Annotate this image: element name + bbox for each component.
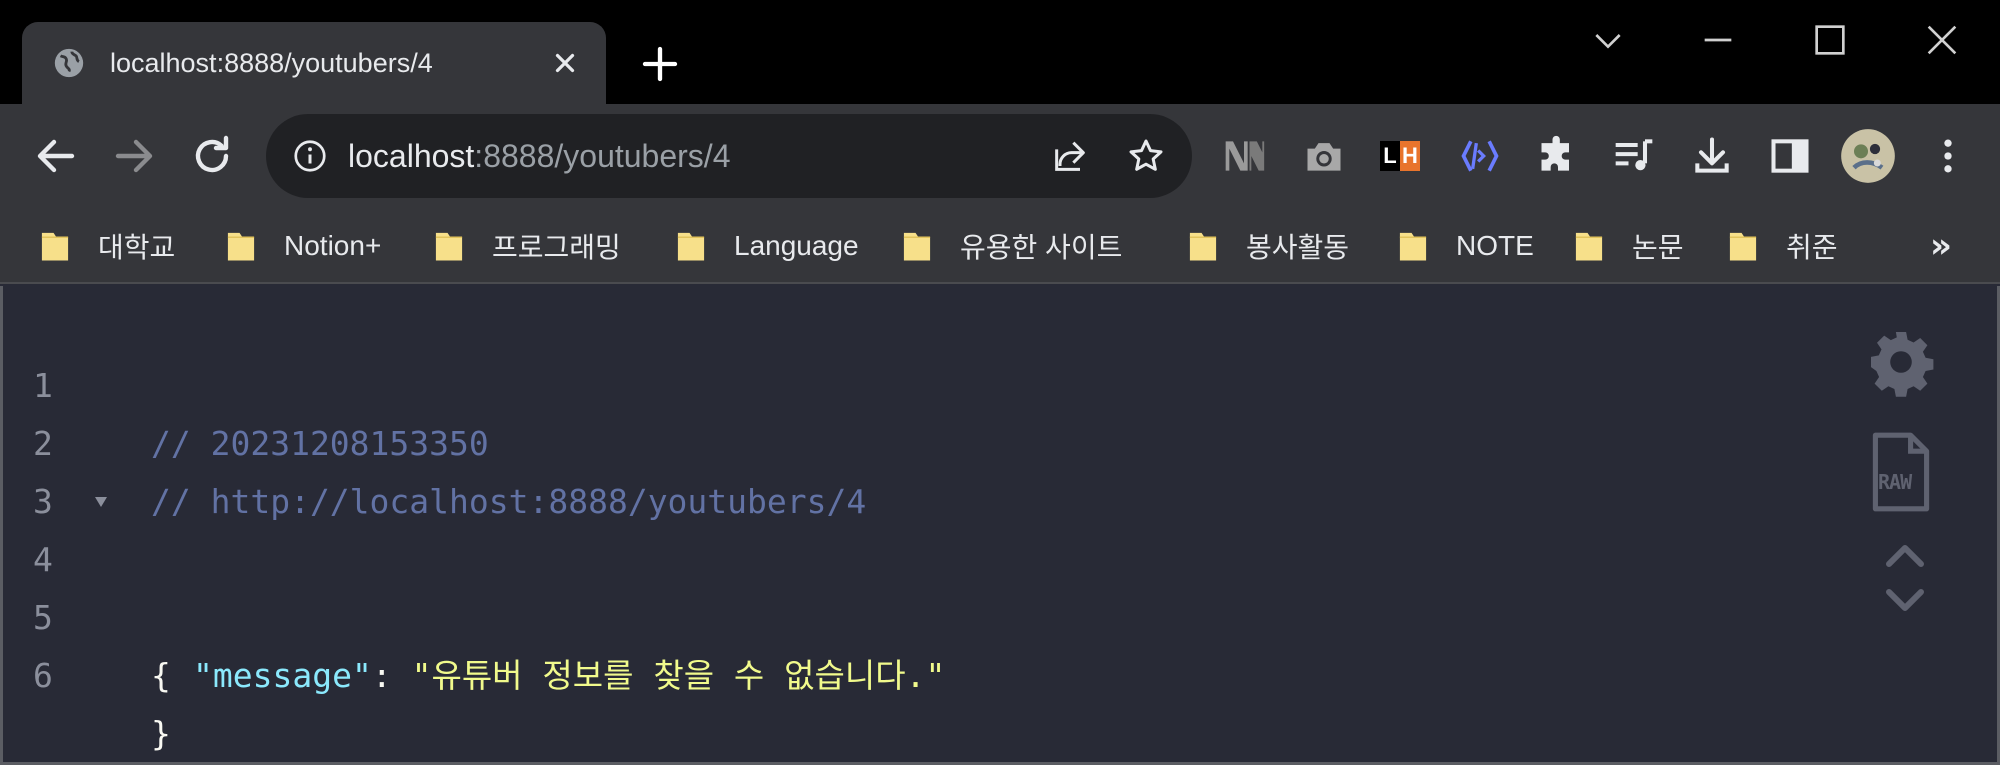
folder-icon xyxy=(227,232,255,261)
chevron-up-icon[interactable] xyxy=(1883,542,1927,570)
side-panel-icon[interactable] xyxy=(1768,134,1812,178)
lighthouse-icon[interactable]: LH xyxy=(1380,134,1424,178)
site-info-icon[interactable] xyxy=(292,138,328,174)
code-line: 3 xyxy=(3,415,1703,521)
url-host: localhost xyxy=(348,138,475,174)
folder-icon xyxy=(41,232,69,261)
bookmark-label: 봉사활동 xyxy=(1246,232,1350,263)
bookmarks-overflow-button[interactable]: » xyxy=(1930,226,1952,266)
bookmark-label: Language xyxy=(734,230,859,261)
json-viewer-extension-icon[interactable] xyxy=(1458,134,1502,178)
minimize-icon[interactable] xyxy=(1698,20,1738,60)
fold-toggle-icon[interactable] xyxy=(93,495,109,509)
raw-view-button[interactable]: RAW xyxy=(1869,432,1933,512)
folder-icon xyxy=(903,232,931,261)
chevron-down-icon[interactable] xyxy=(1883,586,1927,614)
bookmark-folder[interactable]: 봉사활동 xyxy=(1188,224,1349,268)
code-line: 1 // 20231208153350 xyxy=(3,299,1703,463)
bookmark-label: 취준 xyxy=(1786,232,1838,263)
bookmark-folder[interactable]: NOTE xyxy=(1398,224,1534,268)
lighthouse-letter-l: L xyxy=(1380,141,1400,171)
profile-avatar[interactable] xyxy=(1840,128,1896,184)
folder-icon xyxy=(1575,232,1603,261)
back-arrow-icon[interactable] xyxy=(32,132,80,180)
bookmark-label: 논문 xyxy=(1632,232,1684,263)
url-path: :8888/youtubers/4 xyxy=(474,138,731,174)
chrome-menu-icon[interactable] xyxy=(1926,134,1970,178)
bookmark-label: 유용한 사이트 xyxy=(960,232,1123,263)
share-icon[interactable] xyxy=(1050,136,1090,176)
settings-gear-icon[interactable] xyxy=(1865,326,1937,398)
download-icon[interactable] xyxy=(1690,134,1734,178)
bookmark-folder[interactable]: 논문 xyxy=(1574,224,1684,268)
json-key: message xyxy=(212,656,352,695)
bookmark-label: 프로그래밍 xyxy=(492,232,621,263)
close-brace: } xyxy=(151,714,171,753)
tab-search-chevron-icon[interactable] xyxy=(1588,20,1628,60)
bookmark-label: Notion+ xyxy=(284,230,382,261)
maximize-icon[interactable] xyxy=(1810,20,1850,60)
folder-icon xyxy=(1399,232,1427,261)
bookmark-folder[interactable]: 취준 xyxy=(1728,224,1838,268)
new-tab-icon[interactable] xyxy=(640,44,680,84)
camera-icon[interactable] xyxy=(1302,134,1346,178)
json-string-value: 유튜버 정보를 찾을 수 없습니다. xyxy=(431,656,926,695)
title-bar: localhost:8888/youtubers/4 xyxy=(0,0,2000,104)
code-line: 2 // http://localhost:8888/youtubers/4 xyxy=(3,357,1703,521)
raw-label: RAW xyxy=(1878,470,1912,494)
folder-icon xyxy=(1189,232,1217,261)
browser-tab[interactable]: localhost:8888/youtubers/4 xyxy=(22,22,606,104)
code-line: 5 "message": "유튜버 정보를 찾을 수 없습니다." xyxy=(3,531,1703,695)
star-bookmark-icon[interactable] xyxy=(1126,136,1166,176)
line-number: 6 xyxy=(33,656,53,695)
reload-icon[interactable] xyxy=(188,132,236,180)
browser-toolbar: localhost:8888/youtubers/4 LH xyxy=(0,104,2000,208)
bookmark-folder[interactable]: 프로그래밍 xyxy=(434,224,621,268)
bookmark-label: NOTE xyxy=(1456,230,1534,261)
folder-icon xyxy=(435,232,463,261)
bookmark-folder[interactable]: Language xyxy=(676,224,859,268)
forward-arrow-icon[interactable] xyxy=(110,132,158,180)
folder-icon xyxy=(1729,232,1757,261)
media-playlist-icon[interactable] xyxy=(1612,134,1656,178)
address-bar[interactable]: localhost:8888/youtubers/4 xyxy=(266,114,1192,198)
bookmark-folder[interactable]: Notion+ xyxy=(226,224,381,268)
lighthouse-letter-h: H xyxy=(1400,141,1420,171)
json-viewer: 1 // 20231208153350 2 // http://localhos… xyxy=(0,286,2000,765)
open-brace: { xyxy=(151,656,171,695)
bookmark-folder[interactable]: 대학교 xyxy=(40,224,175,268)
extensions-puzzle-icon[interactable] xyxy=(1536,134,1580,178)
notion-web-clipper-icon[interactable] xyxy=(1222,134,1266,178)
close-window-icon[interactable] xyxy=(1922,20,1962,60)
tab-title: localhost:8888/youtubers/4 xyxy=(110,48,433,78)
folder-icon xyxy=(677,232,705,261)
bookmark-label: 대학교 xyxy=(98,232,176,263)
bookmark-folder[interactable]: 유용한 사이트 xyxy=(902,224,1122,268)
globe-icon xyxy=(54,48,84,78)
code-line: 6 } xyxy=(3,589,1703,753)
json-property: "message": "유튜버 정보를 찾을 수 없습니다." xyxy=(193,656,946,695)
bookmarks-bar: 대학교 Notion+ 프로그래밍 Language 유용한 사이트 봉사활동 … xyxy=(0,208,2000,284)
code-line: 4 { xyxy=(3,473,1703,695)
close-tab-icon[interactable] xyxy=(550,48,580,78)
url-text[interactable]: localhost:8888/youtubers/4 xyxy=(348,137,730,175)
